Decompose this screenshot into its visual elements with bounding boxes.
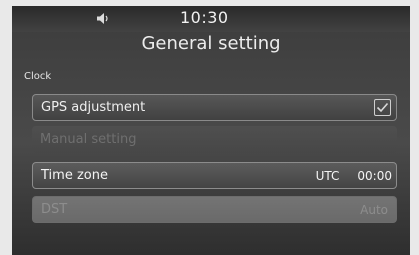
manual-setting-row: Manual setting [32,126,397,153]
checkmark-icon [376,102,389,113]
gps-adjustment-checkbox[interactable] [374,99,391,116]
section-label-clock: Clock [24,71,52,82]
utc-offset-value: 00:00 [357,168,392,183]
head-unit-screen: 10:30 General setting Clock GPS adjustme… [12,6,410,255]
time-zone-row[interactable]: Time zone UTC 00:00 [32,162,397,189]
clock-time: 10:30 [180,8,229,27]
gps-adjustment-label: GPS adjustment [41,100,146,115]
time-zone-label: Time zone [41,168,108,183]
speaker-icon [97,13,108,24]
utc-label: UTC [315,168,340,183]
dst-label: DST [41,202,68,217]
status-bar: 10:30 [12,6,410,32]
dst-row: DST Auto [32,196,397,223]
page-title: General setting [141,33,281,54]
time-zone-value: UTC 00:00 [316,169,392,183]
manual-setting-label: Manual setting [40,132,137,147]
gps-adjustment-row[interactable]: GPS adjustment [32,94,397,121]
dst-value: Auto [360,202,388,217]
